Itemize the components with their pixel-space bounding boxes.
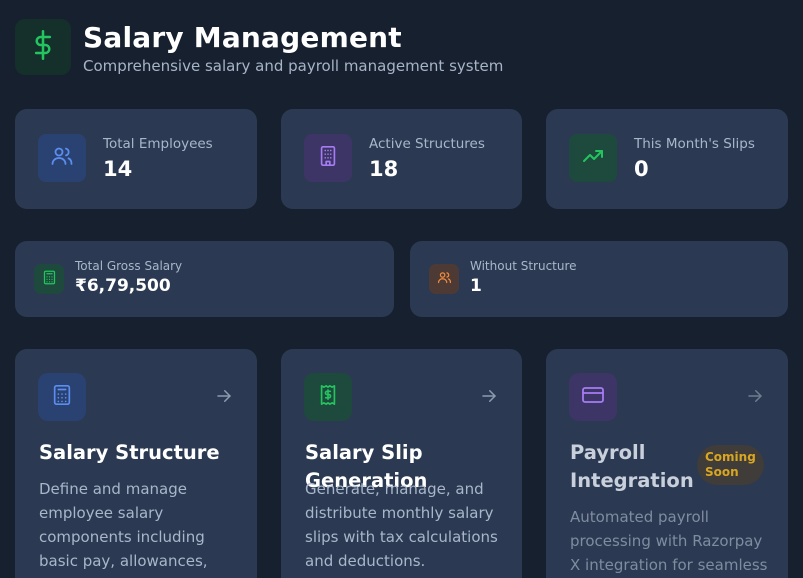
arrow-right-icon[interactable] [215,387,233,409]
feature-title: Salary Structure [39,441,220,464]
dollar-icon [29,29,57,65]
feature-card-payroll-integration[interactable]: Payroll Integration Coming Soon Automate… [546,349,788,578]
stat-value: 1 [470,276,482,296]
calculator-icon [42,270,57,289]
stat-value: ₹6,79,500 [75,276,171,296]
stat-label: Without Structure [470,259,577,273]
page-subtitle: Comprehensive salary and payroll managem… [83,57,504,75]
stat-card-active-structures: Active Structures 18 [281,109,522,209]
stat-card-without-structure: Without Structure 1 [410,241,788,317]
stat-label: Total Employees [103,136,213,152]
page-header: Salary Management Comprehensive salary a… [15,19,503,75]
feature-description: Generate, manage, and distribute monthly… [305,480,498,570]
page-title: Salary Management [83,21,402,54]
stat-label: Active Structures [369,136,485,152]
stat-label: Total Gross Salary [75,259,183,273]
feature-card-salary-structure[interactable]: Salary Structure Define and manage emplo… [15,349,257,578]
logo [15,19,71,75]
stat-card-total-gross-salary: Total Gross Salary ₹6,79,500 [15,241,394,317]
credit-card-icon [581,383,605,411]
stat-value: 14 [103,157,133,181]
trending-up-icon [581,144,605,172]
stat-card-total-employees: Total Employees 14 [15,109,257,209]
stat-value: 18 [369,157,399,181]
building-icon [317,145,339,171]
feature-title: Payroll Integration [570,441,694,492]
users-icon [437,270,452,289]
stat-card-monthly-slips: This Month's Slips 0 [546,109,788,209]
stat-label: This Month's Slips [634,136,755,152]
feature-description: Automated payroll processing with Razorp… [570,508,768,574]
stat-value: 0 [634,157,649,181]
arrow-right-icon[interactable] [480,387,498,409]
calculator-icon [51,384,73,410]
users-icon [50,144,74,172]
arrow-right-icon[interactable] [746,387,764,409]
coming-soon-badge: Coming Soon [697,445,764,485]
feature-description: Define and manage employee salary compon… [39,480,208,578]
receipt-icon [317,384,339,410]
feature-card-salary-slip-generation[interactable]: Salary Slip Generation Generate, manage,… [281,349,522,578]
